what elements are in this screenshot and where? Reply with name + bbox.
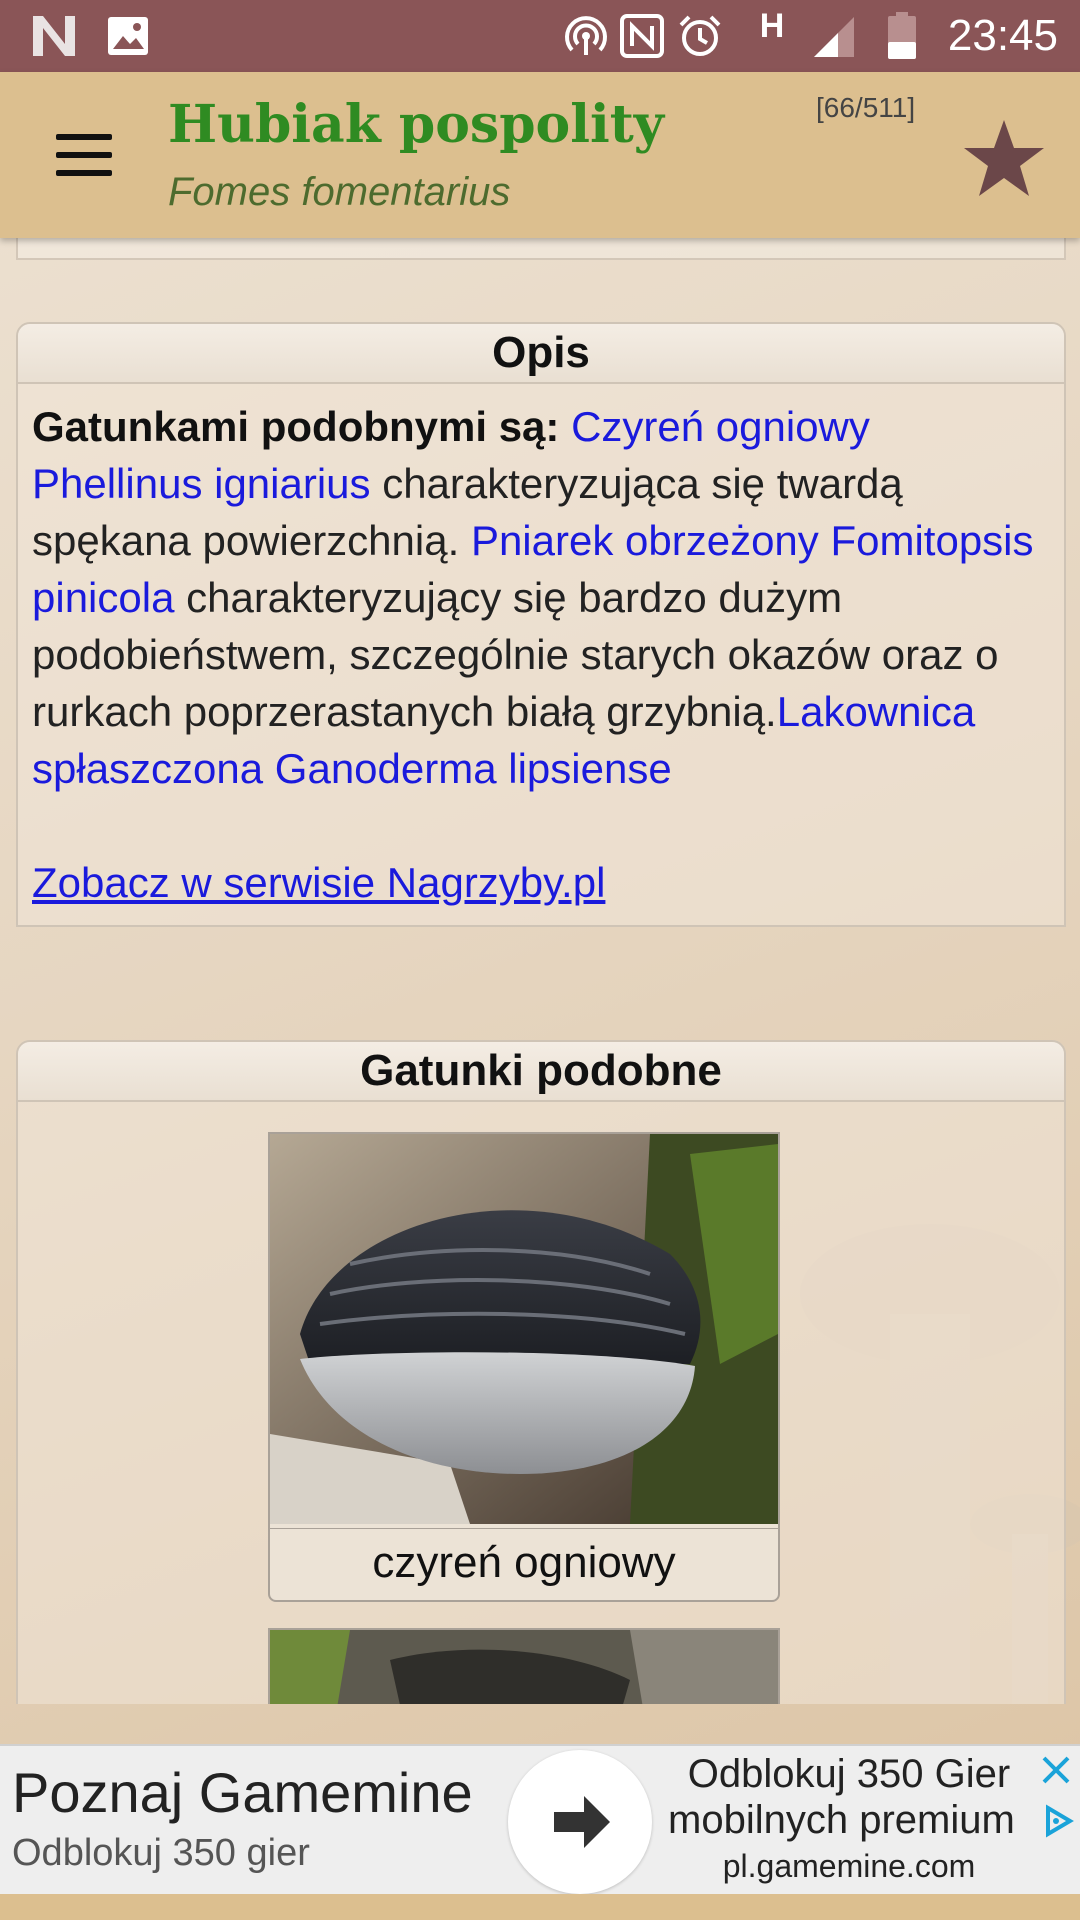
ad-choices-icon[interactable] bbox=[1038, 1802, 1076, 1840]
menu-icon[interactable] bbox=[56, 134, 112, 176]
star-icon[interactable] bbox=[962, 116, 1046, 200]
bottom-strip bbox=[0, 1894, 1080, 1920]
ad-title[interactable]: Poznaj Gamemine bbox=[12, 1760, 473, 1825]
previous-card-bottom bbox=[16, 238, 1066, 260]
ad-subtitle[interactable]: Odblokuj 350 gier bbox=[12, 1832, 310, 1875]
n-logo-icon bbox=[28, 10, 80, 62]
status-bar: H 23:45 bbox=[0, 0, 1080, 72]
page-title: Hubiak pospolity bbox=[168, 94, 664, 155]
ad-arrow-button[interactable] bbox=[508, 1750, 652, 1894]
similar-species-tile[interactable]: czyreń ogniowy bbox=[268, 1132, 780, 1602]
species-photo bbox=[270, 1134, 778, 1524]
app-bar: Hubiak pospolity Fomes fomentarius [66/5… bbox=[0, 72, 1080, 238]
description-body: Gatunkami podobnymi są: Czyreń ogniowy P… bbox=[18, 384, 1064, 925]
clock: 23:45 bbox=[947, 11, 1058, 60]
similar-species-tile[interactable] bbox=[268, 1628, 780, 1704]
ad-line-2[interactable]: mobilnych premium bbox=[660, 1798, 1046, 1843]
ad-line-1[interactable]: Odblokuj 350 Gier bbox=[660, 1752, 1038, 1797]
species-photo bbox=[270, 1630, 778, 1704]
nfc-icon bbox=[618, 10, 666, 62]
ad-url[interactable]: pl.gamemine.com bbox=[660, 1848, 1038, 1885]
hotspot-icon bbox=[560, 10, 612, 62]
signal-icon bbox=[810, 10, 858, 62]
latin-name: Fomes fomentarius bbox=[168, 170, 511, 214]
description-card: Opis Gatunkami podobnymi są: Czyreń ogni… bbox=[16, 322, 1066, 927]
battery-icon bbox=[884, 10, 920, 62]
similar-species-header: Gatunki podobne bbox=[18, 1042, 1064, 1102]
nagrzyby-link[interactable]: Zobacz w serwisie Nagrzyby.pl bbox=[32, 859, 605, 906]
ad-banner[interactable]: Poznaj Gamemine Odblokuj 350 gier Odblok… bbox=[0, 1744, 1080, 1896]
similar-species-lead: Gatunkami podobnymi są: bbox=[32, 403, 560, 450]
network-type-label: H bbox=[759, 6, 785, 45]
species-caption: czyreń ogniowy bbox=[270, 1528, 778, 1597]
close-icon[interactable] bbox=[1038, 1752, 1074, 1788]
image-icon bbox=[104, 10, 152, 62]
alarm-icon bbox=[676, 10, 724, 62]
content-scroll[interactable]: Opis Gatunkami podobnymi są: Czyreń ogni… bbox=[0, 238, 1080, 1704]
description-header: Opis bbox=[18, 324, 1064, 384]
arrow-right-icon bbox=[554, 1796, 610, 1848]
species-counter: [66/511] bbox=[816, 92, 916, 123]
